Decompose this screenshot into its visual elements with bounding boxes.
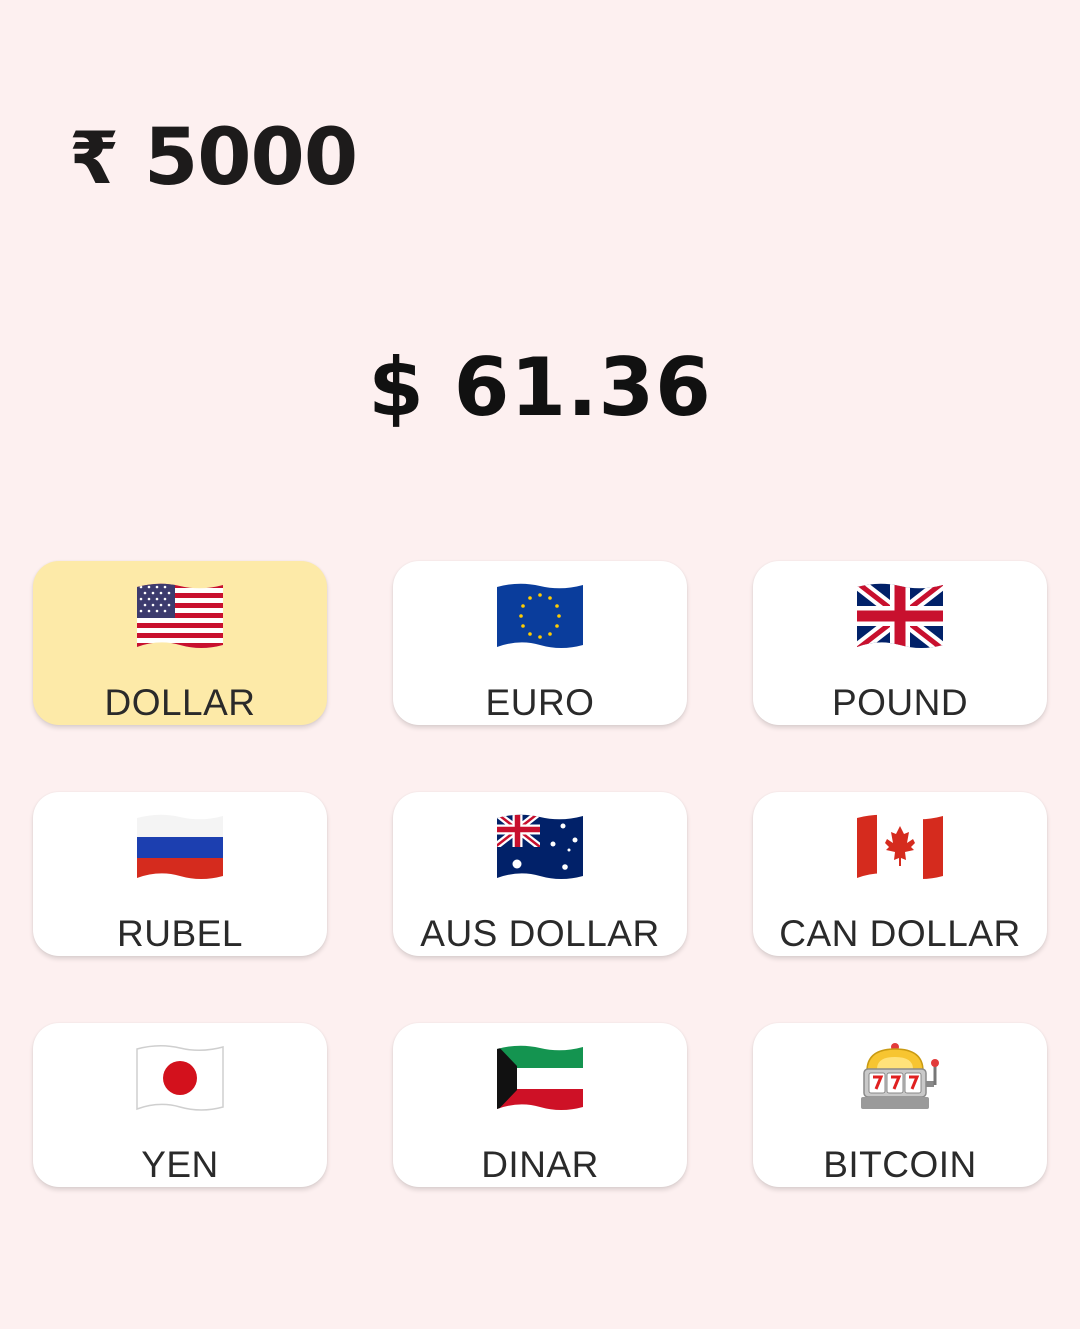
rupee-symbol: ₹ — [68, 116, 120, 200]
currency-card-bitcoin[interactable]: BITCOIN — [753, 1023, 1047, 1187]
input-amount-display: ₹ 5000 — [66, 108, 358, 208]
japan-flag-icon — [136, 1045, 224, 1111]
currency-card-yen[interactable]: YEN — [33, 1023, 327, 1187]
currency-label: DINAR — [481, 1144, 599, 1185]
currency-label: AUS DOLLAR — [420, 913, 660, 954]
currency-card-can-dollar[interactable]: CAN DOLLAR — [753, 792, 1047, 956]
australia-flag-icon — [497, 814, 583, 880]
uk-flag-icon — [857, 583, 943, 649]
currency-label: YEN — [141, 1144, 219, 1185]
currency-card-aus-dollar[interactable]: AUS DOLLAR — [393, 792, 687, 956]
currency-label: EURO — [485, 682, 595, 723]
currency-card-dinar[interactable]: DINAR — [393, 1023, 687, 1187]
canada-flag-icon — [857, 814, 943, 880]
currency-label: CAN DOLLAR — [779, 913, 1021, 954]
currency-card-dollar[interactable]: DOLLAR — [33, 561, 327, 725]
input-amount-value: 5000 — [144, 113, 358, 203]
currency-label: POUND — [831, 682, 969, 723]
russia-flag-icon — [137, 814, 223, 880]
slot-machine-icon — [861, 1043, 939, 1109]
eu-flag-icon — [497, 583, 583, 648]
currency-card-pound[interactable]: POUND — [753, 561, 1047, 725]
currency-label: DOLLAR — [104, 682, 256, 723]
currency-grid: DOLLAR EURO POUND RUBEL AUS DOLLAR CAN D… — [33, 561, 1047, 1188]
kuwait-flag-icon — [497, 1045, 583, 1111]
currency-card-rubel[interactable]: RUBEL — [33, 792, 327, 956]
currency-label: BITCOIN — [823, 1144, 977, 1185]
converted-result: $ 61.36 — [368, 341, 712, 434]
currency-label: RUBEL — [117, 913, 243, 954]
currency-card-euro[interactable]: EURO — [393, 561, 687, 725]
us-flag-icon — [137, 583, 223, 649]
